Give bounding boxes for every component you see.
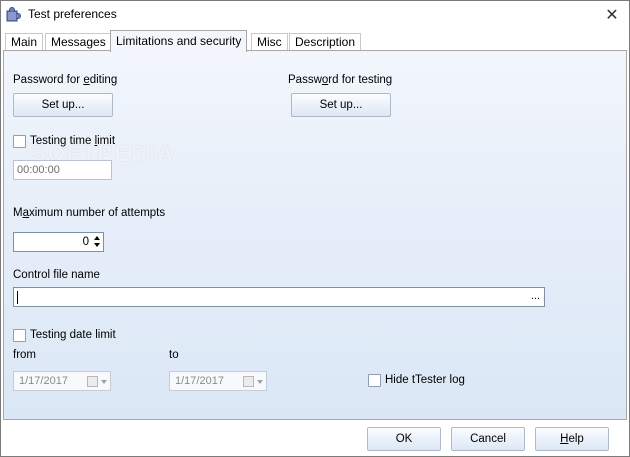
max-attempts-label: Maximum number of attempts — [13, 207, 166, 219]
time-limit-label: Testing time limit — [30, 135, 116, 147]
chevron-down-icon[interactable] — [101, 380, 107, 384]
tab-description[interactable]: Description — [289, 33, 362, 51]
limitations-panel: Password for editing Set up... SOFTPEDIA… — [3, 50, 627, 420]
control-file-input[interactable]: ... — [13, 287, 545, 307]
text-caret — [17, 291, 18, 304]
password-testing-label: Password for testing — [288, 74, 393, 86]
from-date-picker[interactable]: 1/17/2017 — [13, 371, 111, 391]
control-file-label: Control file name — [13, 269, 100, 281]
tab-misc[interactable]: Misc — [251, 33, 288, 51]
tab-main[interactable]: Main — [5, 33, 44, 51]
title-bar[interactable]: Test preferences ✕ — [1, 1, 629, 29]
puzzle-icon — [6, 7, 21, 22]
window-title: Test preferences — [28, 7, 117, 21]
hide-log-label: Hide tTester log — [385, 374, 465, 386]
dialog-footer: OK Cancel Help — [1, 421, 629, 456]
from-label: from — [13, 349, 36, 361]
spin-arrows-icon[interactable] — [92, 234, 101, 250]
tab-strip: Main Messages Limitations and security M… — [1, 29, 629, 52]
chevron-down-icon[interactable] — [257, 380, 263, 384]
setup-editing-password-button[interactable]: Set up... — [13, 93, 113, 117]
spin-down-icon[interactable] — [93, 243, 100, 247]
cancel-button[interactable]: Cancel — [451, 427, 525, 451]
tab-messages[interactable]: Messages — [45, 33, 112, 51]
to-label: to — [169, 349, 179, 361]
browse-button[interactable]: ... — [531, 290, 540, 302]
help-button[interactable]: Help — [535, 427, 609, 451]
password-editing-label: Password for editing — [13, 74, 118, 86]
time-limit-checkbox[interactable] — [13, 135, 26, 148]
spin-up-icon[interactable] — [93, 236, 100, 240]
close-icon: ✕ — [605, 7, 619, 24]
calendar-icon — [87, 376, 98, 387]
preferences-dialog: Test preferences ✕ Main Messages Limitat… — [0, 0, 630, 457]
date-limit-checkbox[interactable] — [13, 329, 26, 342]
hide-log-checkbox[interactable] — [368, 374, 381, 387]
calendar-icon — [243, 376, 254, 387]
to-date-value: 1/17/2017 — [175, 375, 224, 387]
ok-button[interactable]: OK — [367, 427, 441, 451]
tab-limitations-and-security[interactable]: Limitations and security — [110, 30, 248, 52]
max-attempts-value: 0 — [82, 236, 89, 248]
max-attempts-stepper[interactable]: 0 — [13, 232, 104, 252]
from-date-value: 1/17/2017 — [19, 375, 68, 387]
to-date-picker[interactable]: 1/17/2017 — [169, 371, 267, 391]
close-button[interactable]: ✕ — [595, 1, 629, 29]
date-limit-label: Testing date limit — [30, 329, 116, 341]
time-limit-field[interactable]: 00:00:00 — [13, 160, 112, 180]
setup-testing-password-button[interactable]: Set up... — [291, 93, 391, 117]
